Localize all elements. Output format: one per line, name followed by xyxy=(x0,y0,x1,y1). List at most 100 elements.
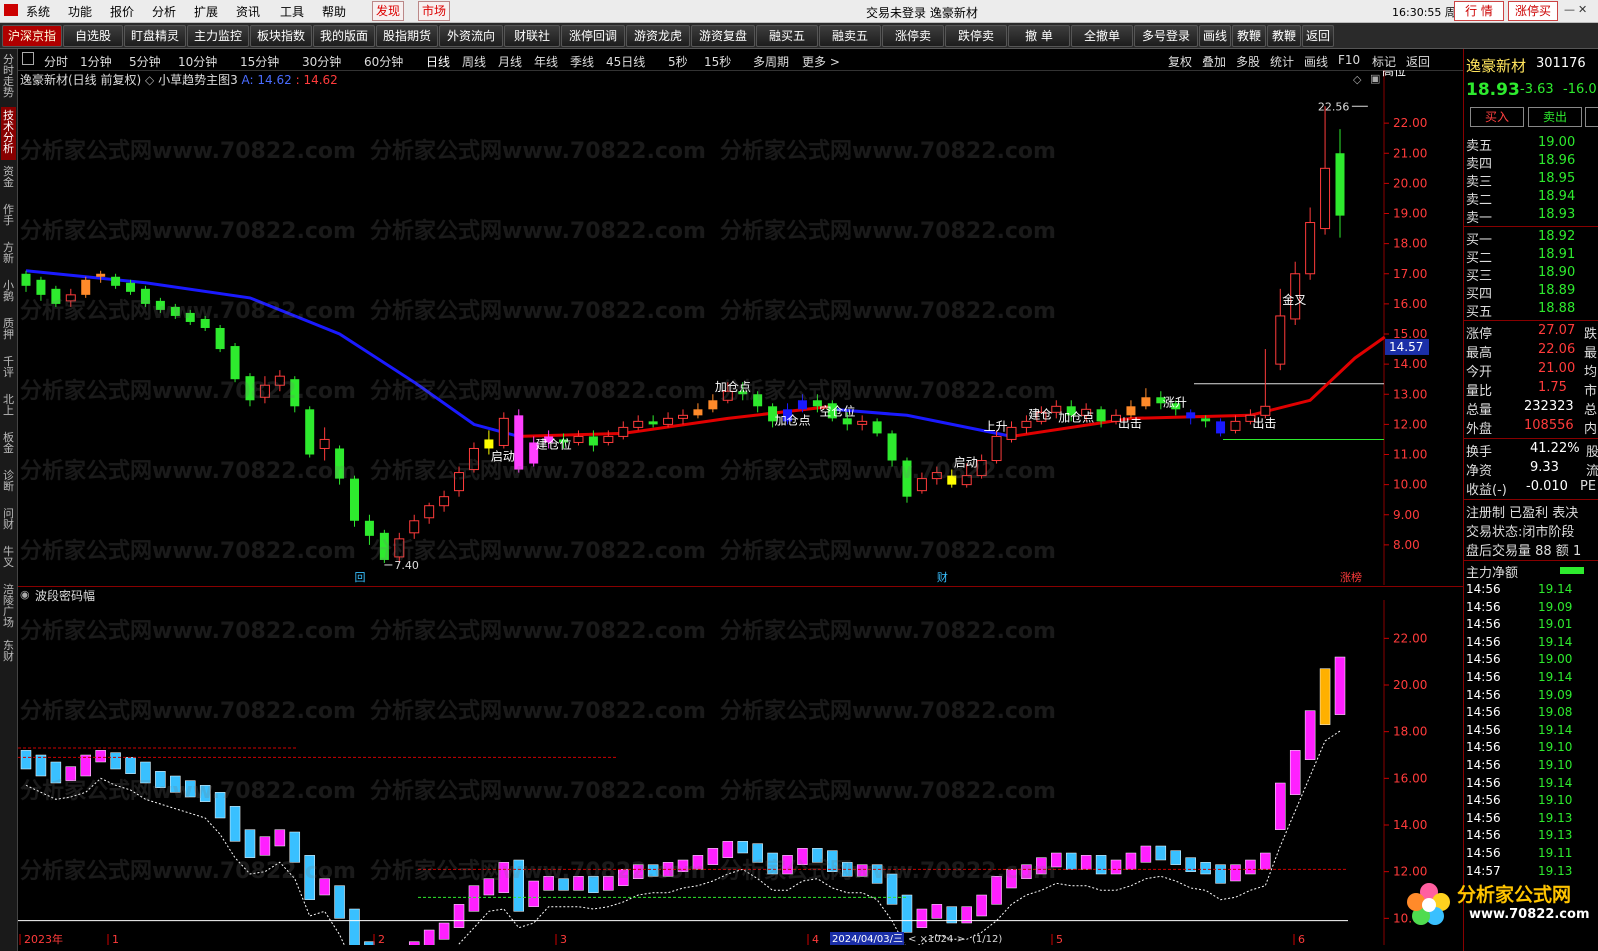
left-tab[interactable]: 东财 xyxy=(1,637,16,672)
chart-tool-button[interactable]: 多股 xyxy=(1236,53,1260,70)
left-tab[interactable]: 牛叉 xyxy=(1,543,16,578)
toolbar-button[interactable]: 主力监控 xyxy=(187,25,249,47)
menu-item[interactable]: 功能 xyxy=(68,3,92,20)
period-tab[interactable]: 5秒 xyxy=(668,53,688,70)
menu-item[interactable]: 分析 xyxy=(152,3,176,20)
left-tab[interactable]: 资金 xyxy=(1,163,16,198)
period-tab[interactable]: 分时 xyxy=(44,53,68,70)
sub-chart-canvas[interactable]: 22.0020.0018.0016.0014.0012.0010.002023年… xyxy=(18,600,1463,945)
ask-level-price[interactable]: 19.00 xyxy=(1538,135,1575,150)
left-tab[interactable]: 质押 xyxy=(1,315,16,350)
period-tab[interactable]: 5分钟 xyxy=(129,53,161,70)
period-tab[interactable]: 多周期 xyxy=(753,53,789,70)
menu-item[interactable]: 工具 xyxy=(280,3,304,20)
period-tab[interactable]: 1分钟 xyxy=(80,53,112,70)
period-tab[interactable]: 年线 xyxy=(534,53,558,70)
menu-market[interactable]: 市场 xyxy=(418,1,451,21)
ask-level-price[interactable]: 18.95 xyxy=(1538,171,1575,186)
left-tab[interactable]: 北上 xyxy=(1,391,16,426)
left-tab[interactable]: 技术分析 xyxy=(1,107,16,160)
left-tab[interactable]: 方新 xyxy=(1,239,16,274)
ask-level-price[interactable]: 18.94 xyxy=(1538,189,1575,204)
toolbar-button[interactable]: 教鞭B xyxy=(1267,25,1301,63)
diamond-icon[interactable]: ◇ xyxy=(1353,73,1361,86)
left-tab[interactable]: 千评 xyxy=(1,353,16,388)
bid-level-price[interactable]: 18.92 xyxy=(1538,229,1575,244)
toolbar-button[interactable]: 涨停回调 xyxy=(561,25,625,47)
toolbar-button[interactable]: 沪深京指 xyxy=(2,25,62,47)
menu-item[interactable]: 报价 xyxy=(110,3,134,20)
toolbar-button[interactable]: 教鞭A xyxy=(1232,25,1266,63)
toolbar-button[interactable]: 游资复盘 xyxy=(691,25,755,47)
toolbar-button[interactable]: 返回 xyxy=(1302,25,1334,47)
period-tab[interactable]: 季线 xyxy=(570,53,594,70)
left-tab[interactable]: 分时走势 xyxy=(1,51,16,104)
bid-level-price[interactable]: 18.88 xyxy=(1538,301,1575,316)
limitup-buy-button[interactable]: 涨停买 xyxy=(1508,1,1558,21)
menu-item[interactable]: 资讯 xyxy=(236,3,260,20)
sell-button[interactable]: 卖出 xyxy=(1528,107,1582,127)
collapse-icon[interactable]: ▣ xyxy=(1370,72,1380,85)
period-tab[interactable]: 日线 xyxy=(426,53,450,70)
toolbar-button[interactable]: 融卖五 xyxy=(819,25,881,47)
toolbar-button[interactable]: 盯盘精灵 xyxy=(124,25,186,47)
period-tab[interactable]: 15秒 xyxy=(704,53,731,70)
zoom-control[interactable]: < ×1024 > xyxy=(908,934,965,945)
chart-tool-button[interactable]: 复权 xyxy=(1168,53,1192,70)
menu-item[interactable]: 帮助 xyxy=(322,3,346,20)
layout-icon[interactable] xyxy=(22,52,34,65)
chart-tool-button[interactable]: 画线 xyxy=(1304,53,1328,70)
left-tab[interactable]: 小鹅 xyxy=(1,277,16,312)
toolbar-button[interactable]: 股指期货 xyxy=(376,25,438,47)
quote-button[interactable]: 行 情 xyxy=(1454,1,1504,21)
bid-level-price[interactable]: 18.91 xyxy=(1538,247,1575,262)
left-tab[interactable]: 作手 xyxy=(1,201,16,236)
main-chart-canvas[interactable]: 22.00 21.00 20.00 19.00 18.00 17.00 16.00 15.00… xyxy=(18,70,1463,585)
sub-chart[interactable]: 22.00 20.00 18.00 16.00 14.00 12.00 10.00 2023年… xyxy=(18,600,1463,945)
toolbar-button[interactable]: 跌停卖 xyxy=(945,25,1007,47)
close-icon[interactable]: ✕ xyxy=(1578,3,1587,16)
left-tab[interactable]: 板金 xyxy=(1,429,16,464)
chart-tool-button[interactable]: 叠加 xyxy=(1202,53,1226,70)
toolbar-button[interactable]: 游资龙虎 xyxy=(626,25,690,47)
period-tab[interactable]: 更多 > xyxy=(802,53,840,70)
toolbar-button[interactable]: 画线 xyxy=(1199,25,1231,47)
toolbar-button[interactable]: 财联社 xyxy=(504,25,560,47)
period-tab[interactable]: 月线 xyxy=(498,53,522,70)
minimize-icon[interactable]: — xyxy=(1564,3,1575,16)
menu-discover[interactable]: 发现 xyxy=(372,1,405,21)
toolbar-button[interactable]: 撤 单 xyxy=(1008,25,1070,47)
chart-tool-button[interactable]: 标记 xyxy=(1372,53,1396,70)
event-marker[interactable]: 回 xyxy=(355,571,366,584)
left-tab[interactable]: 问财 xyxy=(1,505,16,540)
panel-toggle-icon[interactable] xyxy=(1585,107,1598,127)
period-tab[interactable]: 30分钟 xyxy=(302,53,341,70)
buy-button[interactable]: 买入 xyxy=(1470,107,1524,127)
menu-item[interactable]: 扩展 xyxy=(194,3,218,20)
period-tab[interactable]: 周线 xyxy=(462,53,486,70)
indicator-toggle-icon[interactable]: ◇ xyxy=(145,73,154,87)
toolbar-button[interactable]: 自选股 xyxy=(63,25,123,47)
event-marker[interactable]: 涨榜 xyxy=(1340,570,1362,584)
menu-item[interactable]: 系统 xyxy=(26,3,50,20)
toolbar-button[interactable]: 板块指数 xyxy=(250,25,312,47)
bid-level-price[interactable]: 18.90 xyxy=(1538,265,1575,280)
bid-level-price[interactable]: 18.89 xyxy=(1538,283,1575,298)
toolbar-button[interactable]: 多号登录 xyxy=(1134,25,1198,47)
main-flow-label[interactable]: 主力净额 xyxy=(1466,562,1518,581)
ask-level-price[interactable]: 18.96 xyxy=(1538,153,1575,168)
period-tab[interactable]: 10分钟 xyxy=(178,53,217,70)
period-tab[interactable]: 15分钟 xyxy=(240,53,279,70)
period-tab[interactable]: 45日线 xyxy=(606,53,645,70)
toolbar-button[interactable]: 涨停卖 xyxy=(882,25,944,47)
toolbar-button[interactable]: 融买五 xyxy=(756,25,818,47)
ask-level-price[interactable]: 18.93 xyxy=(1538,207,1575,222)
indicator-name[interactable]: 小草趋势主图3 xyxy=(158,73,238,87)
main-chart[interactable]: 22.00 21.00 20.00 19.00 18.00 17.00 16.00 15.00… xyxy=(18,70,1463,585)
toolbar-button[interactable]: 外资流向 xyxy=(439,25,503,47)
toolbar-button[interactable]: 我的版面 xyxy=(313,25,375,47)
chart-tool-button[interactable]: F10 xyxy=(1338,53,1360,67)
event-marker[interactable]: 财 xyxy=(937,570,948,584)
period-tab[interactable]: 60分钟 xyxy=(364,53,403,70)
toolbar-button[interactable]: 全撤单 xyxy=(1071,25,1133,47)
